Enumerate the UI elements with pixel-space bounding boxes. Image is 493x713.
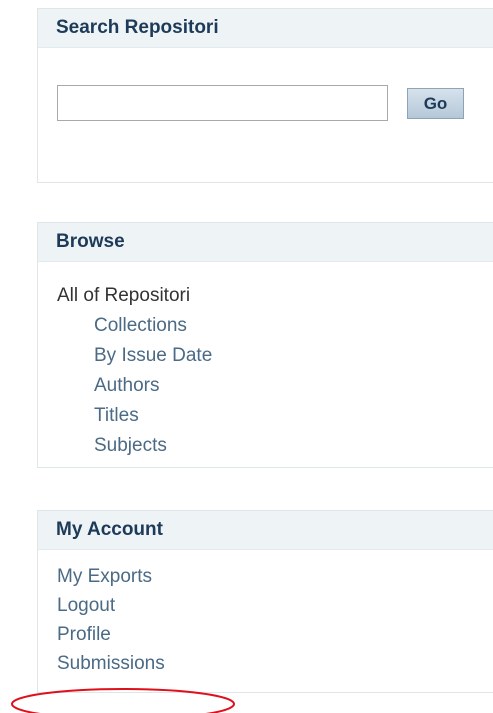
browse-link-authors[interactable]: Authors	[57, 371, 212, 401]
browse-heading: Browse	[38, 223, 493, 262]
search-input[interactable]	[57, 85, 388, 121]
red-ellipse-annotation	[11, 688, 235, 713]
account-link-my-exports[interactable]: My Exports	[57, 562, 165, 591]
account-list: My Exports Logout Profile Submissions	[57, 562, 165, 678]
browse-link-by-issue-date[interactable]: By Issue Date	[57, 341, 212, 371]
account-link-profile[interactable]: Profile	[57, 620, 165, 649]
browse-root-label: All of Repositori	[57, 285, 191, 306]
search-panel: Search Repositori Go	[37, 8, 493, 183]
account-panel: My Account My Exports Logout Profile Sub…	[37, 510, 493, 693]
browse-list: All of Repositori Collections By Issue D…	[57, 281, 212, 461]
browse-link-titles[interactable]: Titles	[57, 401, 212, 431]
account-heading: My Account	[38, 511, 493, 550]
account-link-submissions[interactable]: Submissions	[57, 649, 165, 678]
browse-link-subjects[interactable]: Subjects	[57, 431, 212, 461]
search-heading: Search Repositori	[38, 9, 493, 48]
browse-link-collections[interactable]: Collections	[57, 311, 212, 341]
browse-panel: Browse All of Repositori Collections By …	[37, 222, 493, 468]
account-link-logout[interactable]: Logout	[57, 591, 165, 620]
go-button[interactable]: Go	[407, 88, 464, 119]
